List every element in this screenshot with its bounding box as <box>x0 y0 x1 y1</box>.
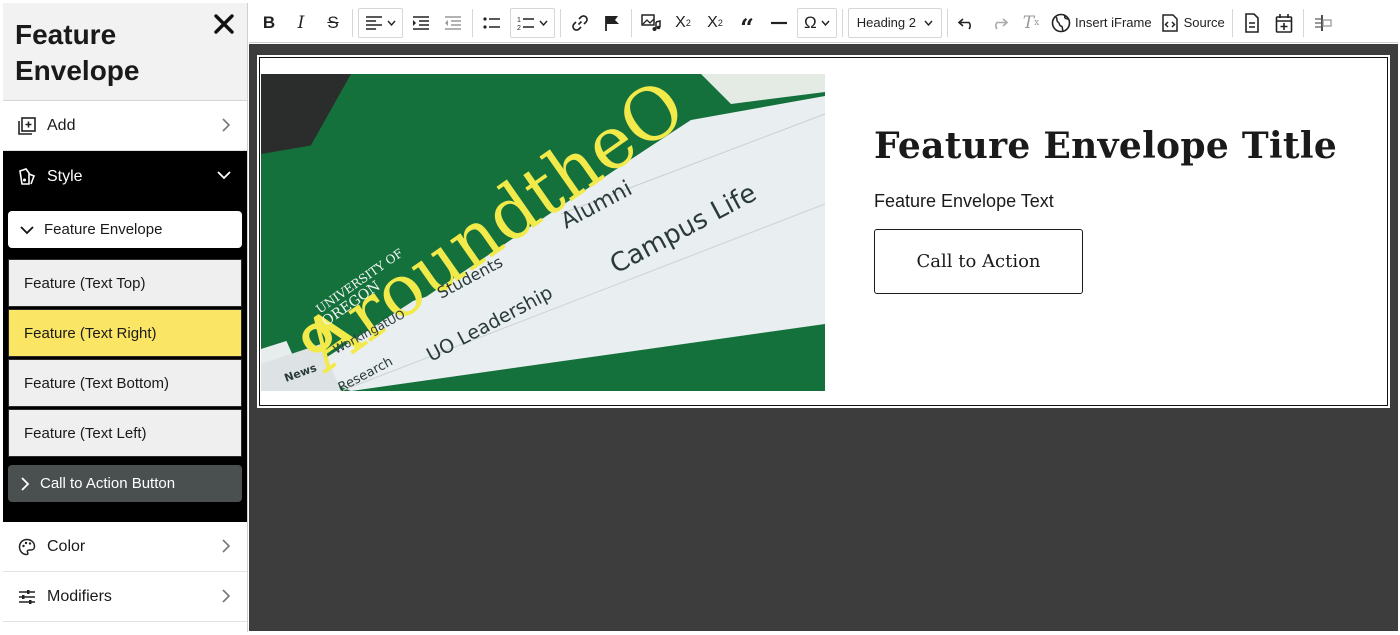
bold-icon[interactable]: B <box>254 8 284 38</box>
option-text-bottom[interactable]: Feature (Text Bottom) <box>8 359 242 407</box>
source-button[interactable]: Source <box>1157 8 1228 38</box>
subscript-icon[interactable]: X2 <box>700 8 730 38</box>
add-icon <box>17 116 37 136</box>
toolbar-separator <box>631 8 632 37</box>
close-icon[interactable] <box>213 13 235 35</box>
outdent-icon[interactable] <box>438 8 468 38</box>
add-row[interactable]: Add <box>3 101 247 151</box>
chevron-down-icon <box>539 20 548 26</box>
option-text-top[interactable]: Feature (Text Top) <box>8 259 242 307</box>
special-characters-dropdown[interactable]: Ω <box>797 7 837 38</box>
chevron-down-icon <box>924 20 933 26</box>
media-icon[interactable] <box>636 8 666 38</box>
call-to-action-toggle[interactable]: Call to Action Button <box>8 465 242 502</box>
feature-envelope-toggle[interactable]: Feature Envelope <box>8 211 242 248</box>
modifiers-row[interactable]: Modifiers <box>3 572 247 622</box>
feature-envelope-label: Feature Envelope <box>44 221 163 238</box>
numbered-list-icon: 12 <box>517 17 534 31</box>
globe-icon <box>1051 13 1071 32</box>
toolbar-separator <box>947 8 948 37</box>
style-header[interactable]: Style <box>3 151 247 202</box>
chevron-down-icon <box>20 225 34 234</box>
option-text-right[interactable]: Feature (Text Right) <box>8 309 242 357</box>
toolbar-separator <box>841 8 843 37</box>
sidebar-title: Feature Envelope <box>15 19 140 86</box>
call-to-action-label: Call to Action Button <box>40 475 176 492</box>
anchor-flag-icon[interactable] <box>597 8 627 38</box>
feature-image[interactable]: AroundtheO UNIVERSITY OF OREGON O Alumni… <box>261 74 825 391</box>
heading-dropdown[interactable]: Heading 2 <box>847 7 942 38</box>
indent-icon[interactable] <box>406 8 436 38</box>
svg-text:2: 2 <box>517 25 521 31</box>
feature-title[interactable]: Feature Envelope Title <box>874 125 1337 167</box>
sidebar: Feature Envelope Add Style Feature Envel… <box>3 3 248 632</box>
align-left-icon <box>366 15 382 30</box>
chevron-down-icon <box>217 171 231 180</box>
feature-text[interactable]: Feature Envelope Text <box>874 191 1054 212</box>
toolbar-separator <box>560 8 561 37</box>
add-label: Add <box>47 116 76 134</box>
toolbar-separator <box>472 8 473 37</box>
option-text-left[interactable]: Feature (Text Left) <box>8 409 242 457</box>
palette-icon <box>17 537 37 557</box>
insert-iframe-label: Insert iFrame <box>1075 15 1152 30</box>
around-the-o-screenshot-image: AroundtheO UNIVERSITY OF OREGON O Alumni… <box>261 74 825 391</box>
editor-canvas: AroundtheO UNIVERSITY OF OREGON O Alumni… <box>249 44 1398 631</box>
column-layout-icon[interactable] <box>1308 8 1338 38</box>
omega-icon: Ω <box>804 12 817 32</box>
bulleted-list-icon[interactable] <box>477 8 507 38</box>
heading-select-value: Heading 2 <box>856 15 916 30</box>
sidebar-header: Feature Envelope <box>3 3 247 101</box>
chevron-right-icon <box>222 118 231 132</box>
align-dropdown[interactable] <box>358 7 403 38</box>
horizontal-line-icon[interactable] <box>764 8 794 38</box>
italic-icon[interactable]: I <box>286 8 316 38</box>
modifiers-label: Modifiers <box>47 587 112 605</box>
toolbar-separator <box>1302 8 1304 37</box>
editor-toolbar: B I S 12 X2 X2 “ Ω Heading 2 T x Insert … <box>249 3 1398 43</box>
sliders-icon <box>17 587 37 607</box>
toolbar-separator <box>1231 8 1233 37</box>
chevron-down-icon <box>387 20 396 26</box>
style-icon <box>17 167 37 187</box>
style-section: Style Feature Envelope Feature (Text Top… <box>3 151 247 522</box>
color-row[interactable]: Color <box>3 522 247 572</box>
insert-date-icon[interactable] <box>1269 8 1299 38</box>
document-icon[interactable] <box>1237 8 1267 38</box>
color-label: Color <box>47 537 86 555</box>
numbered-list-dropdown[interactable]: 12 <box>510 7 555 38</box>
source-label: Source <box>1183 15 1225 30</box>
call-to-action-button[interactable]: Call to Action <box>874 229 1083 294</box>
chevron-right-icon <box>21 476 30 491</box>
chevron-right-icon <box>222 539 231 553</box>
style-label: Style <box>47 167 83 185</box>
undo-icon[interactable] <box>952 8 982 38</box>
source-icon <box>1161 13 1178 32</box>
blockquote-icon[interactable]: “ <box>732 8 762 42</box>
superscript-icon[interactable]: X2 <box>668 8 698 38</box>
toolbar-separator <box>352 8 353 37</box>
remove-format-icon[interactable]: Tx <box>1016 8 1046 38</box>
chevron-right-icon <box>222 589 231 603</box>
chevron-down-icon <box>821 20 830 26</box>
svg-text:1: 1 <box>517 17 521 24</box>
insert-iframe-button[interactable]: Insert iFrame <box>1048 8 1155 38</box>
feature-envelope-block[interactable]: AroundtheO UNIVERSITY OF OREGON O Alumni… <box>257 55 1390 408</box>
redo-icon[interactable] <box>984 8 1014 38</box>
strikethrough-icon[interactable]: S <box>318 8 348 38</box>
link-icon[interactable] <box>565 8 595 38</box>
